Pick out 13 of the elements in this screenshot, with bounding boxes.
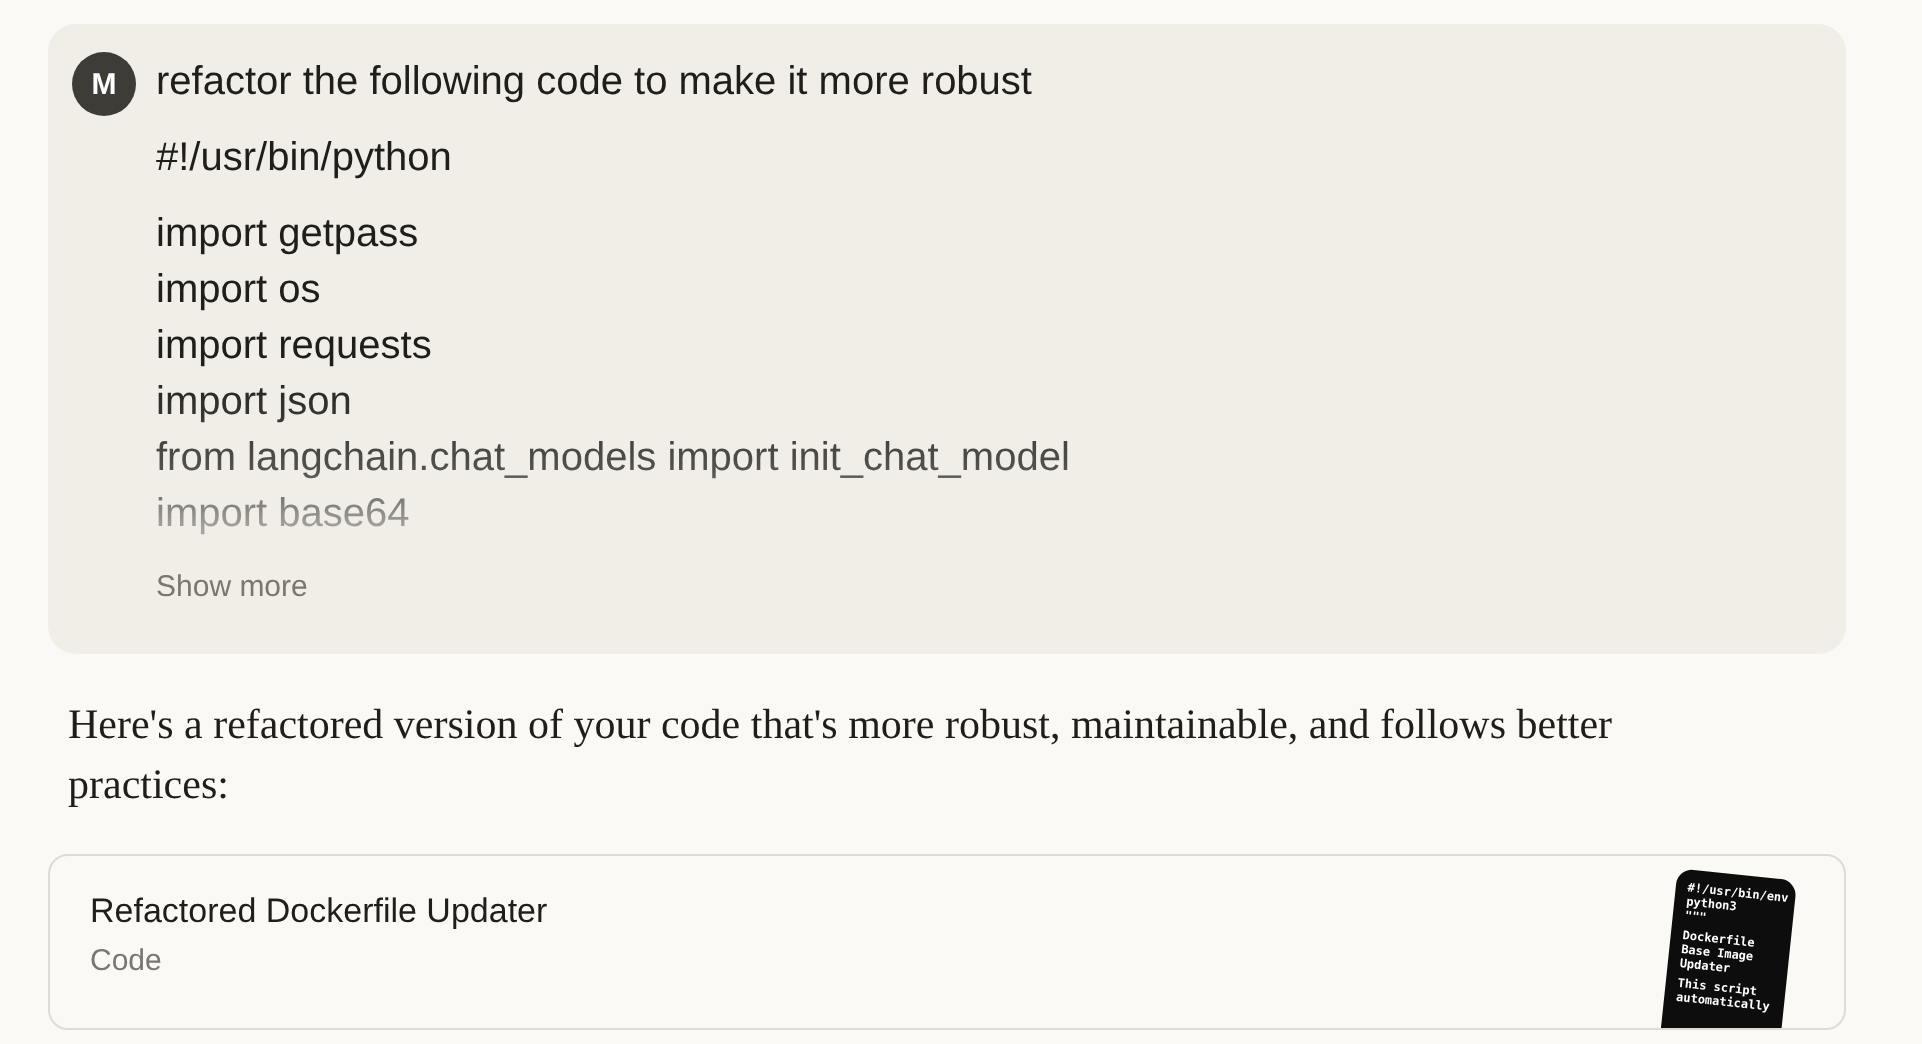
message-text: refactor the following code to make it more robust [156, 58, 1034, 108]
user-avatar: M [72, 52, 136, 116]
code-line: from langchain.chat_models import init_chat_model [156, 434, 1070, 484]
code-line: import getpass [156, 210, 419, 260]
code-line: import os [156, 266, 321, 316]
code-line: import base64 [156, 490, 410, 540]
artifact-type: Code [90, 944, 162, 978]
response-text: Here's a refactored version of your code that's more robust, maintainable, and follows better practices: [68, 698, 1615, 812]
show-more-link[interactable]: Show more [156, 570, 308, 604]
code-line: #!/usr/bin/python [156, 134, 452, 184]
code-line: import json [156, 378, 352, 428]
artifact-title: Refactored Dockerfile Updater [90, 892, 548, 932]
code-line: import requests [156, 322, 432, 372]
